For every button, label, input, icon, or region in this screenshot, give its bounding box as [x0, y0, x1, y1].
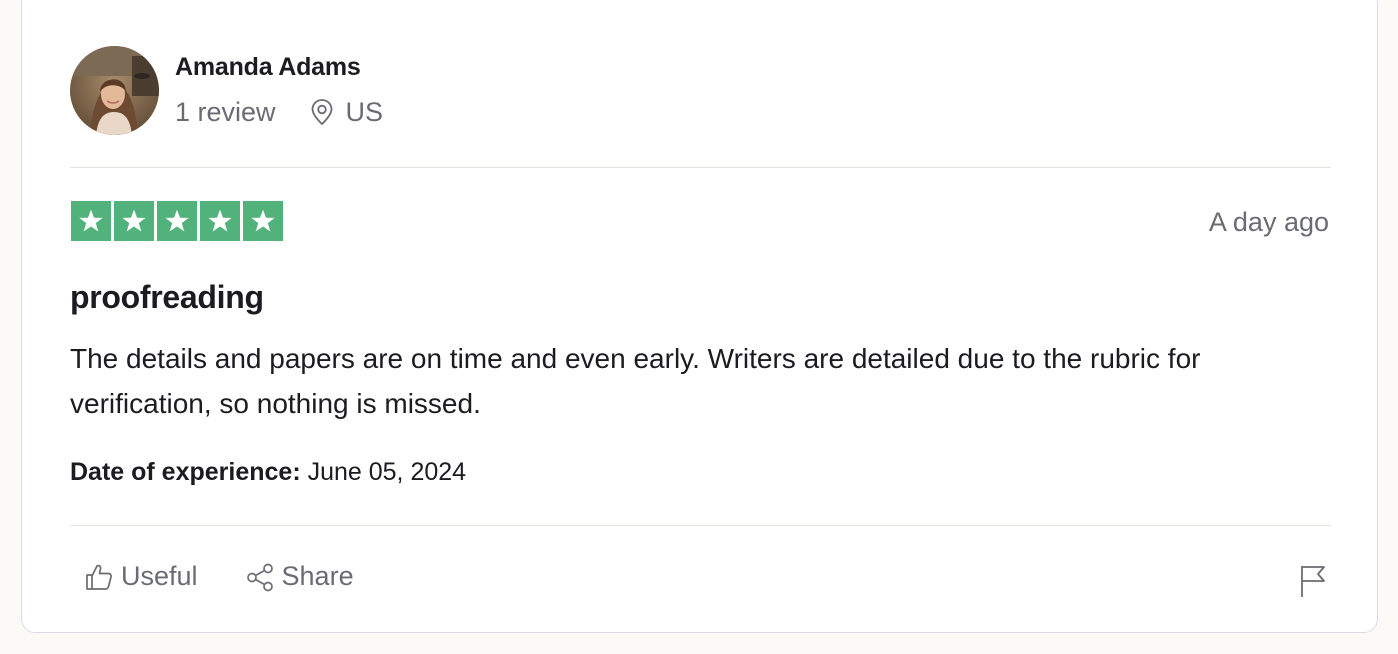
review-count: 1 review [175, 97, 276, 127]
location-pin-icon [309, 98, 335, 126]
star-icon [114, 201, 154, 241]
star-icon [243, 201, 283, 241]
review-body: The details and papers are on time and e… [70, 343, 1201, 419]
reviewer-location: US [345, 97, 384, 127]
star-rating [71, 201, 283, 241]
review-card: Amanda Adams 1 review US A day ago proof… [21, 0, 1378, 633]
share-label: Share [281, 561, 354, 591]
footer-divider [70, 525, 1331, 526]
review-actions: Useful Share [84, 561, 354, 592]
review-posted-date: A day ago [1208, 207, 1329, 237]
reviewer-meta: 1 review US [175, 95, 383, 129]
star-icon [71, 201, 111, 241]
report-flag-button[interactable] [1299, 564, 1327, 603]
reviewer-name[interactable]: Amanda Adams [175, 51, 361, 83]
useful-button[interactable]: Useful [84, 561, 198, 592]
thumbs-up-icon [84, 562, 114, 592]
experience-label: Date of experience: [70, 458, 301, 486]
experience-date: June 05, 2024 [307, 458, 467, 486]
review-title[interactable]: proofreading [70, 277, 264, 317]
star-icon [200, 201, 240, 241]
share-icon [245, 562, 275, 592]
useful-label: Useful [121, 561, 198, 591]
date-of-experience: Date of experience: June 05, 2024 [70, 456, 466, 488]
avatar[interactable] [70, 46, 159, 135]
star-icon [157, 201, 197, 241]
share-button[interactable]: Share [245, 561, 354, 592]
header-divider [70, 167, 1331, 168]
flag-icon [1299, 564, 1327, 603]
